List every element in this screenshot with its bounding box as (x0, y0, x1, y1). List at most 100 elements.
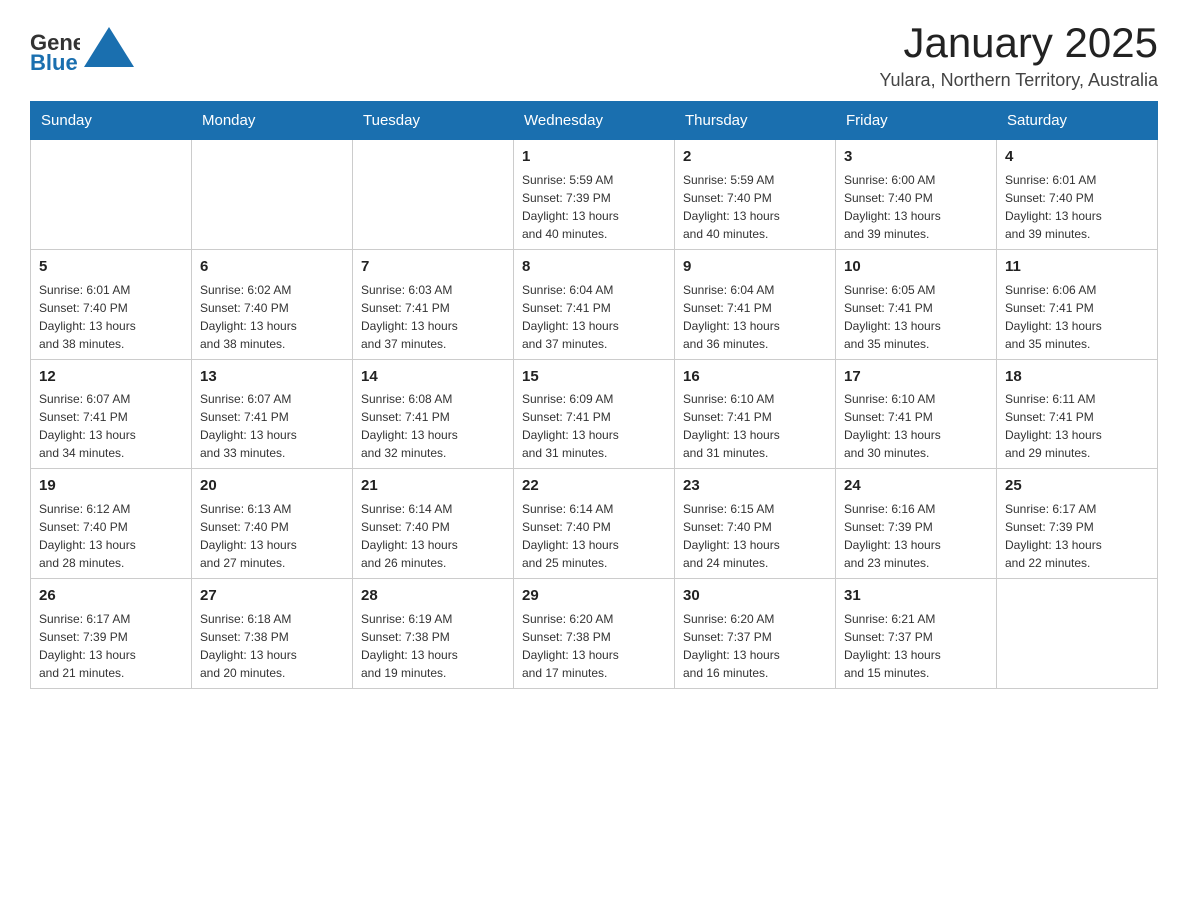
calendar-cell: 29 Sunrise: 6:20 AMSunset: 7:38 PMDayligh… (514, 579, 675, 689)
day-number: 8 (522, 256, 666, 278)
day-info: Sunrise: 6:11 AMSunset: 7:41 PMDaylight:… (1005, 390, 1149, 462)
calendar-cell: 12Sunrise: 6:07 AMSunset: 7:41 PMDayligh… (31, 359, 192, 469)
calendar-cell: 5 Sunrise: 6:01 AMSunset: 7:40 PMDaylight… (31, 249, 192, 359)
day-info: Sunrise: 6:12 AMSunset: 7:40 PMDaylight:… (39, 500, 183, 572)
day-number: 16 (683, 366, 827, 388)
day-info: Sunrise: 6:07 AMSunset: 7:41 PMDaylight:… (39, 390, 183, 462)
day-info: Sunrise: 6:03 AMSunset: 7:41 PMDaylight:… (361, 281, 505, 353)
calendar-cell: 20 Sunrise: 6:13 AMSunset: 7:40 PMDayligh… (192, 469, 353, 579)
day-info: Sunrise: 6:17 AMSunset: 7:39 PMDaylight:… (1005, 500, 1149, 572)
day-info: Sunrise: 6:19 AMSunset: 7:38 PMDaylight:… (361, 610, 505, 682)
day-number: 1 (522, 146, 666, 168)
day-info: Sunrise: 6:07 AMSunset: 7:41 PMDaylight:… (200, 390, 344, 462)
col-saturday: Saturday (997, 102, 1158, 140)
day-info: Sunrise: 6:18 AMSunset: 7:38 PMDaylight:… (200, 610, 344, 682)
month-title: January 2025 (880, 20, 1158, 66)
col-friday: Friday (836, 102, 997, 140)
day-info: Sunrise: 6:05 AMSunset: 7:41 PMDaylight:… (844, 281, 988, 353)
calendar-cell: 13Sunrise: 6:07 AMSunset: 7:41 PMDayligh… (192, 359, 353, 469)
day-info: Sunrise: 6:14 AMSunset: 7:40 PMDaylight:… (361, 500, 505, 572)
calendar-header-row: Sunday Monday Tuesday Wednesday Thursday… (31, 102, 1158, 140)
day-info: Sunrise: 6:16 AMSunset: 7:39 PMDaylight:… (844, 500, 988, 572)
calendar-cell: 21 Sunrise: 6:14 AMSunset: 7:40 PMDayligh… (353, 469, 514, 579)
day-number: 15 (522, 366, 666, 388)
logo-icon: General Blue (30, 24, 80, 74)
day-number: 27 (200, 585, 344, 607)
calendar-cell: 27 Sunrise: 6:18 AMSunset: 7:38 PMDayligh… (192, 579, 353, 689)
calendar-cell: 6 Sunrise: 6:02 AMSunset: 7:40 PMDaylight… (192, 249, 353, 359)
calendar-cell: 24 Sunrise: 6:16 AMSunset: 7:39 PMDayligh… (836, 469, 997, 579)
calendar-cell: 9 Sunrise: 6:04 AMSunset: 7:41 PMDaylight… (675, 249, 836, 359)
day-number: 6 (200, 256, 344, 278)
calendar-cell: 25 Sunrise: 6:17 AMSunset: 7:39 PMDayligh… (997, 469, 1158, 579)
day-info: Sunrise: 5:59 AMSunset: 7:40 PMDaylight:… (683, 171, 827, 243)
day-number: 23 (683, 475, 827, 497)
day-number: 4 (1005, 146, 1149, 168)
day-number: 29 (522, 585, 666, 607)
calendar-cell: 22 Sunrise: 6:14 AMSunset: 7:40 PMDayligh… (514, 469, 675, 579)
day-number: 19 (39, 475, 183, 497)
col-wednesday: Wednesday (514, 102, 675, 140)
calendar-cell: 11Sunrise: 6:06 AMSunset: 7:41 PMDayligh… (997, 249, 1158, 359)
day-info: Sunrise: 6:02 AMSunset: 7:40 PMDaylight:… (200, 281, 344, 353)
calendar-cell: 7 Sunrise: 6:03 AMSunset: 7:41 PMDaylight… (353, 249, 514, 359)
day-info: Sunrise: 6:20 AMSunset: 7:38 PMDaylight:… (522, 610, 666, 682)
day-info: Sunrise: 6:01 AMSunset: 7:40 PMDaylight:… (1005, 171, 1149, 243)
calendar-cell: 15Sunrise: 6:09 AMSunset: 7:41 PMDayligh… (514, 359, 675, 469)
day-number: 20 (200, 475, 344, 497)
svg-text:Blue: Blue (30, 50, 78, 74)
day-number: 30 (683, 585, 827, 607)
calendar-cell (192, 140, 353, 250)
day-number: 14 (361, 366, 505, 388)
calendar-cell: 10 Sunrise: 6:05 AMSunset: 7:41 PMDayligh… (836, 249, 997, 359)
day-number: 12 (39, 366, 183, 388)
day-number: 9 (683, 256, 827, 278)
calendar-week-5: 26 Sunrise: 6:17 AMSunset: 7:39 PMDayligh… (31, 579, 1158, 689)
calendar-cell (353, 140, 514, 250)
day-number: 10 (844, 256, 988, 278)
day-number: 24 (844, 475, 988, 497)
day-number: 26 (39, 585, 183, 607)
day-info: Sunrise: 6:01 AMSunset: 7:40 PMDaylight:… (39, 281, 183, 353)
day-info: Sunrise: 6:14 AMSunset: 7:40 PMDaylight:… (522, 500, 666, 572)
calendar-cell: 18Sunrise: 6:11 AMSunset: 7:41 PMDayligh… (997, 359, 1158, 469)
calendar-cell: 26 Sunrise: 6:17 AMSunset: 7:39 PMDayligh… (31, 579, 192, 689)
day-number: 31 (844, 585, 988, 607)
logo: General Blue (30, 20, 139, 77)
day-number: 7 (361, 256, 505, 278)
day-info: Sunrise: 5:59 AMSunset: 7:39 PMDaylight:… (522, 171, 666, 243)
day-number: 22 (522, 475, 666, 497)
day-number: 11 (1005, 256, 1149, 278)
calendar-cell: 30Sunrise: 6:20 AMSunset: 7:37 PMDayligh… (675, 579, 836, 689)
calendar-cell: 16Sunrise: 6:10 AMSunset: 7:41 PMDayligh… (675, 359, 836, 469)
calendar-cell: 19 Sunrise: 6:12 AMSunset: 7:40 PMDayligh… (31, 469, 192, 579)
calendar-week-4: 19 Sunrise: 6:12 AMSunset: 7:40 PMDayligh… (31, 469, 1158, 579)
col-sunday: Sunday (31, 102, 192, 140)
page-header: General Blue January 2025 Yulara, Northe… (30, 20, 1158, 91)
day-number: 21 (361, 475, 505, 497)
day-info: Sunrise: 6:15 AMSunset: 7:40 PMDaylight:… (683, 500, 827, 572)
calendar-week-2: 5 Sunrise: 6:01 AMSunset: 7:40 PMDaylight… (31, 249, 1158, 359)
day-number: 5 (39, 256, 183, 278)
col-thursday: Thursday (675, 102, 836, 140)
calendar-cell: 14Sunrise: 6:08 AMSunset: 7:41 PMDayligh… (353, 359, 514, 469)
day-number: 25 (1005, 475, 1149, 497)
day-info: Sunrise: 6:13 AMSunset: 7:40 PMDaylight:… (200, 500, 344, 572)
calendar-week-3: 12Sunrise: 6:07 AMSunset: 7:41 PMDayligh… (31, 359, 1158, 469)
col-tuesday: Tuesday (353, 102, 514, 140)
calendar-cell (997, 579, 1158, 689)
calendar-cell: 2Sunrise: 5:59 AMSunset: 7:40 PMDaylight… (675, 140, 836, 250)
title-block: January 2025 Yulara, Northern Territory,… (880, 20, 1158, 91)
day-info: Sunrise: 6:04 AMSunset: 7:41 PMDaylight:… (683, 281, 827, 353)
day-info: Sunrise: 6:21 AMSunset: 7:37 PMDaylight:… (844, 610, 988, 682)
day-number: 28 (361, 585, 505, 607)
day-info: Sunrise: 6:04 AMSunset: 7:41 PMDaylight:… (522, 281, 666, 353)
location-subtitle: Yulara, Northern Territory, Australia (880, 70, 1158, 91)
calendar-cell: 17Sunrise: 6:10 AMSunset: 7:41 PMDayligh… (836, 359, 997, 469)
day-number: 18 (1005, 366, 1149, 388)
day-info: Sunrise: 6:17 AMSunset: 7:39 PMDaylight:… (39, 610, 183, 682)
day-number: 13 (200, 366, 344, 388)
logo-triangle (79, 22, 139, 77)
day-info: Sunrise: 6:09 AMSunset: 7:41 PMDaylight:… (522, 390, 666, 462)
day-info: Sunrise: 6:10 AMSunset: 7:41 PMDaylight:… (844, 390, 988, 462)
